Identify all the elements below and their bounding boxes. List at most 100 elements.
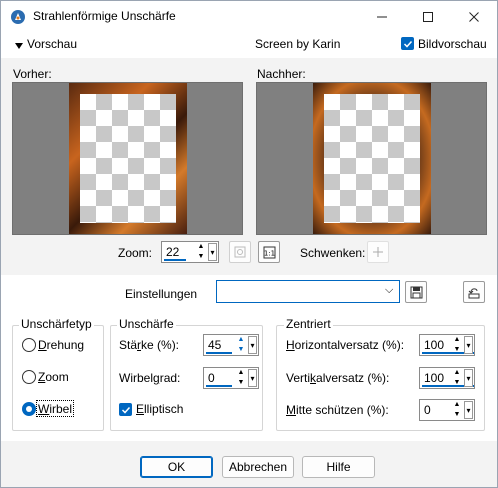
actual-size-icon: 1:1 <box>263 246 275 258</box>
radio-twirl-label[interactable]: Wirbel <box>38 402 72 416</box>
vertical-offset-dropdown[interactable]: ▾ <box>464 369 473 387</box>
close-icon <box>469 11 479 22</box>
protect-center-arrows[interactable]: ▲ ▼ <box>452 401 462 419</box>
strength-label: Stärke (%): <box>119 338 180 352</box>
arrow-up-icon[interactable]: ▲ <box>238 369 245 377</box>
twirl-degree-dropdown[interactable]: ▾ <box>248 369 257 387</box>
radio-zoom-label[interactable]: Zoom <box>38 370 69 384</box>
preview-toolbar: Vorschau Screen by Karin Bildvorschau <box>1 32 497 58</box>
before-label: Vorher: <box>13 67 52 81</box>
settings-combobox[interactable]: ⌵ <box>216 280 400 303</box>
twirl-degree-label: Wirbelgrad: <box>119 371 181 385</box>
arrow-up-icon[interactable]: ▲ <box>454 336 461 344</box>
parameters-area: Unschärfetyp Drehung Zoom Wirbel Unschär… <box>1 311 497 441</box>
strength-dropdown[interactable]: ▾ <box>248 336 257 354</box>
arrow-down-icon[interactable]: ▼ <box>198 253 205 261</box>
vertical-offset-label: Vertikalversatz (%): <box>286 371 390 385</box>
arrow-down-icon[interactable]: ▼ <box>238 346 245 354</box>
minimize-icon <box>377 16 387 17</box>
minimize-button[interactable] <box>359 1 405 32</box>
reset-icon <box>468 287 480 298</box>
chevron-down-icon: ▾ <box>466 405 471 415</box>
strength-value-underline <box>206 352 232 354</box>
svg-text:1:1: 1:1 <box>263 249 274 257</box>
after-preview-pane <box>256 82 487 235</box>
zoom-dropdown[interactable]: ▾ <box>208 243 217 261</box>
settings-bar: Einstellungen ⌵ <box>1 275 497 311</box>
radio-rotation[interactable] <box>22 338 36 352</box>
twirl-degree-underline <box>206 385 232 387</box>
horizontal-offset-arrows[interactable]: ▲ ▼ <box>452 336 462 354</box>
dialog-window: Strahlenförmige Unschärfe Vorschau Scree… <box>0 0 498 488</box>
chevron-down-icon: ▾ <box>466 373 471 383</box>
arrow-up-icon[interactable]: ▲ <box>454 401 461 409</box>
twirl-degree-arrows[interactable]: ▲ ▼ <box>236 369 246 387</box>
zoom-spinner[interactable]: 22 ▲ ▼ ▾ <box>161 241 219 263</box>
triangle-down-icon <box>15 43 23 49</box>
zoom-fit-button[interactable] <box>229 241 251 263</box>
live-preview-checkbox[interactable] <box>401 37 414 50</box>
reset-button[interactable] <box>463 281 485 303</box>
before-preview-pane[interactable] <box>12 82 243 235</box>
transparent-area <box>324 94 420 223</box>
zoom-arrows[interactable]: ▲ ▼ <box>196 243 206 261</box>
cancel-button[interactable]: Abbrechen <box>222 456 294 478</box>
chevron-down-icon: ▾ <box>250 373 255 383</box>
chevron-down-icon: ▾ <box>210 247 215 257</box>
protect-center-spinner[interactable]: 0 ▲ ▼ ▾ <box>419 399 475 421</box>
preview-toggle-label[interactable]: Vorschau <box>27 37 77 51</box>
protect-center-label: Mitte schützen (%): <box>286 403 389 417</box>
pan-button[interactable] <box>367 241 389 263</box>
save-icon <box>410 286 422 298</box>
twirl-degree-spinner[interactable]: 0 ▲ ▼ ▾ <box>203 367 259 389</box>
radio-rotation-label[interactable]: Drehung <box>38 338 84 352</box>
strength-spinner[interactable]: 45 ▲ ▼ ▾ <box>203 334 259 356</box>
actual-size-button[interactable]: 1:1 <box>258 241 280 263</box>
credit-text: Screen by Karin <box>255 37 341 51</box>
live-preview-label[interactable]: Bildvorschau <box>418 37 487 51</box>
app-icon <box>10 9 26 25</box>
after-label: Nachher: <box>257 67 306 81</box>
chevron-down-icon: ▾ <box>466 340 471 350</box>
arrow-up-icon[interactable]: ▲ <box>238 336 245 344</box>
horizontal-offset-value: 100 <box>424 338 445 352</box>
vertical-offset-spinner[interactable]: 100 ▲ ▼ ▾ <box>419 367 475 389</box>
arrow-down-icon[interactable]: ▼ <box>454 379 461 387</box>
help-button[interactable]: Hilfe <box>302 456 375 478</box>
strength-arrows[interactable]: ▲ ▼ <box>236 336 246 354</box>
radio-twirl[interactable] <box>22 402 36 416</box>
settings-label: Einstellungen <box>125 287 198 301</box>
horizontal-offset-spinner[interactable]: 100 ▲ ▼ ▾ <box>419 334 475 356</box>
arrow-up-icon[interactable]: ▲ <box>198 243 205 251</box>
window-title: Strahlenförmige Unschärfe <box>33 9 176 23</box>
vertical-offset-value: 100 <box>424 371 445 385</box>
preview-collapse-toggle[interactable] <box>14 39 24 53</box>
ok-button[interactable]: OK <box>140 456 213 478</box>
check-icon <box>121 406 130 414</box>
chevron-down-icon[interactable]: ⌵ <box>385 284 393 297</box>
vertical-offset-arrows[interactable]: ▲ ▼ <box>452 369 462 387</box>
close-button[interactable] <box>451 1 497 32</box>
check-icon <box>403 40 412 48</box>
before-preview-image <box>69 83 187 234</box>
save-preset-button[interactable] <box>405 281 427 303</box>
maximize-button[interactable] <box>405 1 451 32</box>
arrow-down-icon[interactable]: ▼ <box>454 346 461 354</box>
arrow-down-icon[interactable]: ▼ <box>238 379 245 387</box>
strength-value: 45 <box>208 338 222 352</box>
radio-zoom[interactable] <box>22 370 36 384</box>
elliptical-checkbox[interactable] <box>119 403 132 416</box>
blur-title: Unschärfe <box>117 317 176 331</box>
elliptical-label[interactable]: Elliptisch <box>136 402 183 416</box>
twirl-degree-value: 0 <box>208 371 215 385</box>
horizontal-offset-dropdown[interactable]: ▾ <box>464 336 473 354</box>
maximize-icon <box>423 11 433 22</box>
protect-center-dropdown[interactable]: ▾ <box>464 401 473 419</box>
horizontal-offset-label: Horizontalversatz (%): <box>286 338 405 352</box>
fit-window-icon <box>234 246 246 258</box>
arrow-up-icon[interactable]: ▲ <box>454 369 461 377</box>
arrow-down-icon[interactable]: ▼ <box>454 411 461 419</box>
title-bar: Strahlenförmige Unschärfe <box>1 1 497 32</box>
transparent-area <box>80 94 176 223</box>
protect-center-value: 0 <box>424 403 431 417</box>
